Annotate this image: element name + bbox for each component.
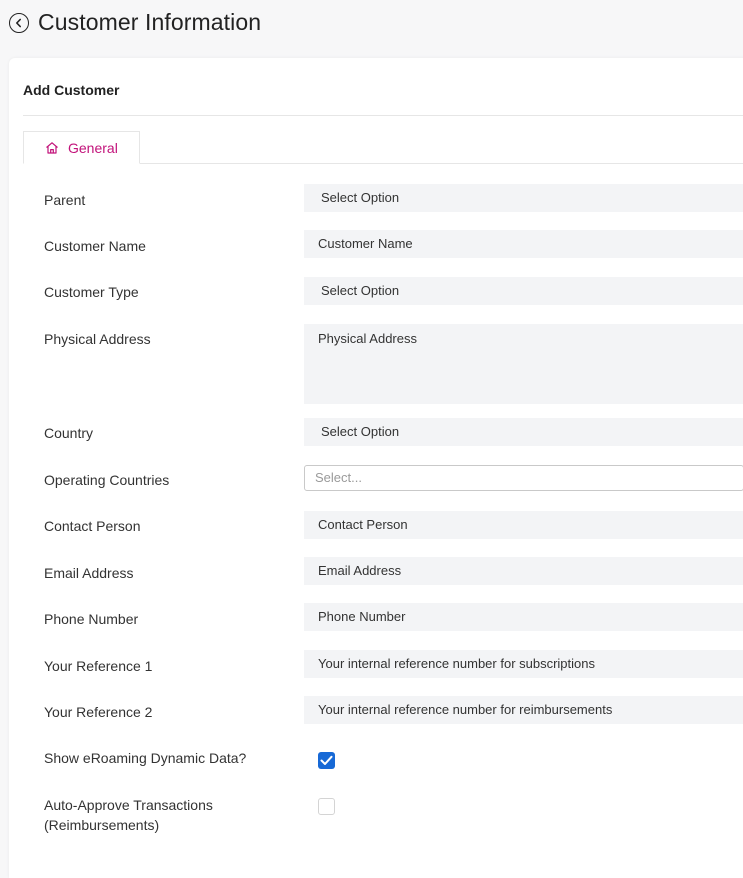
- country-label: Country: [44, 425, 94, 441]
- physical-address-label: Physical Address: [44, 331, 151, 347]
- auto-approve-label-line1: Auto-Approve Transactions: [44, 797, 213, 813]
- phone-number-label: Phone Number: [44, 611, 139, 627]
- tab-label: General: [68, 140, 118, 156]
- divider: [23, 115, 743, 116]
- reference-1-label: Your Reference 1: [44, 658, 153, 674]
- auto-approve-label-line2: (Reimbursements): [44, 817, 160, 833]
- customer-type-select[interactable]: Select Option: [304, 277, 743, 305]
- page-title: Customer Information: [38, 9, 262, 35]
- auto-approve-checkbox[interactable]: [318, 798, 335, 815]
- reference-2-label: Your Reference 2: [44, 704, 153, 720]
- email-address-input[interactable]: Email Address: [304, 557, 743, 585]
- physical-address-textarea[interactable]: Physical Address: [304, 324, 743, 404]
- customer-name-label: Customer Name: [44, 238, 146, 254]
- customer-name-input[interactable]: Customer Name: [304, 230, 743, 258]
- contact-person-label: Contact Person: [44, 518, 141, 534]
- reference-2-input[interactable]: Your internal reference number for reimb…: [304, 696, 743, 724]
- card-title: Add Customer: [23, 82, 120, 98]
- back-icon[interactable]: [9, 13, 29, 33]
- contact-person-input[interactable]: Contact Person: [304, 511, 743, 539]
- country-select[interactable]: Select Option: [304, 418, 743, 446]
- customer-type-label: Customer Type: [44, 284, 139, 300]
- check-icon: [320, 755, 333, 765]
- operating-countries-label: Operating Countries: [44, 472, 170, 488]
- reference-1-input[interactable]: Your internal reference number for subsc…: [304, 650, 743, 678]
- parent-select[interactable]: Select Option: [304, 184, 743, 212]
- operating-countries-multiselect[interactable]: Select...: [304, 465, 743, 491]
- phone-number-input[interactable]: Phone Number: [304, 603, 743, 631]
- email-address-label: Email Address: [44, 565, 134, 581]
- home-icon: [46, 142, 58, 154]
- show-eroaming-label: Show eRoaming Dynamic Data?: [44, 750, 247, 766]
- page-header: Customer Information: [0, 0, 743, 52]
- parent-label: Parent: [44, 192, 86, 208]
- tab-general[interactable]: General: [23, 131, 140, 164]
- show-eroaming-checkbox[interactable]: [318, 752, 335, 769]
